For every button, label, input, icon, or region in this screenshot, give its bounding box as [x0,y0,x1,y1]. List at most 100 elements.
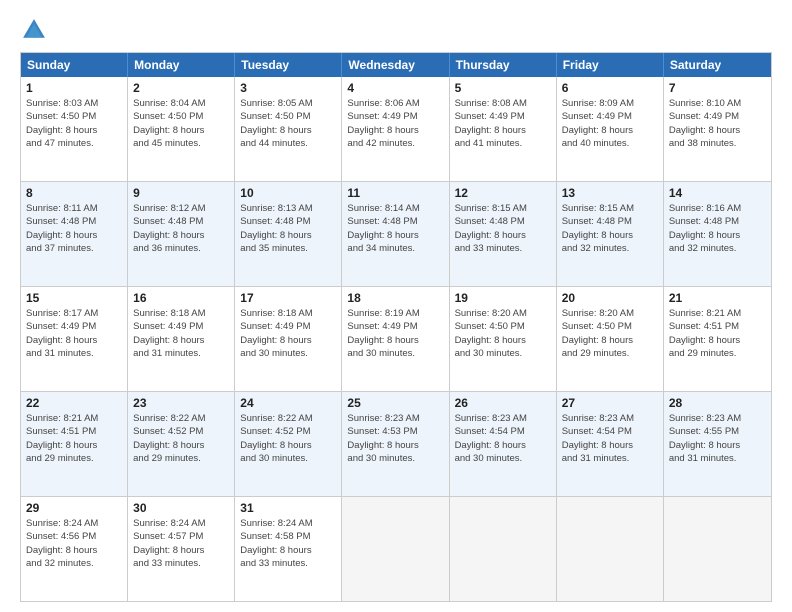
day-cell-5: 5Sunrise: 8:08 AMSunset: 4:49 PMDaylight… [450,77,557,181]
logo [20,16,52,44]
day-number: 5 [455,81,551,95]
day-cell-9: 9Sunrise: 8:12 AMSunset: 4:48 PMDaylight… [128,182,235,286]
day-cell-4: 4Sunrise: 8:06 AMSunset: 4:49 PMDaylight… [342,77,449,181]
cell-line: Sunset: 4:54 PM [455,425,551,438]
header-day-saturday: Saturday [664,53,771,77]
day-number: 27 [562,396,658,410]
calendar-body: 1Sunrise: 8:03 AMSunset: 4:50 PMDaylight… [21,77,771,601]
cell-line: Daylight: 8 hours [455,439,551,452]
day-cell-23: 23Sunrise: 8:22 AMSunset: 4:52 PMDayligh… [128,392,235,496]
cell-line: Sunrise: 8:15 AM [562,202,658,215]
day-number: 4 [347,81,443,95]
cell-line: Daylight: 8 hours [669,439,766,452]
day-number: 7 [669,81,766,95]
cell-line: Sunrise: 8:18 AM [133,307,229,320]
cell-line: Daylight: 8 hours [455,334,551,347]
cell-line: Sunset: 4:50 PM [562,320,658,333]
cell-line: Sunrise: 8:11 AM [26,202,122,215]
day-cell-17: 17Sunrise: 8:18 AMSunset: 4:49 PMDayligh… [235,287,342,391]
cell-line: and 37 minutes. [26,242,122,255]
cell-line: Daylight: 8 hours [133,544,229,557]
day-number: 2 [133,81,229,95]
cell-line: Daylight: 8 hours [562,229,658,242]
cell-line: Sunset: 4:55 PM [669,425,766,438]
day-cell-11: 11Sunrise: 8:14 AMSunset: 4:48 PMDayligh… [342,182,449,286]
cell-line: Sunset: 4:56 PM [26,530,122,543]
cell-line: and 30 minutes. [240,452,336,465]
cell-line: Sunset: 4:50 PM [455,320,551,333]
cell-line: and 31 minutes. [133,347,229,360]
cell-line: Daylight: 8 hours [26,439,122,452]
day-number: 26 [455,396,551,410]
day-number: 29 [26,501,122,515]
cell-line: Daylight: 8 hours [347,229,443,242]
header [20,16,772,44]
header-day-monday: Monday [128,53,235,77]
calendar-row-4: 29 Sunrise: 8:24 AM Sunset: 4:56 PM Dayligh… [21,496,771,601]
cell-line: Sunset: 4:49 PM [669,110,766,123]
cell-line: and 32 minutes. [562,242,658,255]
header-day-wednesday: Wednesday [342,53,449,77]
cell-line: Sunrise: 8:06 AM [347,97,443,110]
cell-line: Sunset: 4:48 PM [26,215,122,228]
cell-line: Sunset: 4:58 PM [240,530,336,543]
empty-cell [557,497,664,601]
cell-line: Sunrise: 8:08 AM [455,97,551,110]
cell-line: Daylight: 8 hours [669,334,766,347]
calendar-row-3: 22Sunrise: 8:21 AMSunset: 4:51 PMDayligh… [21,391,771,496]
cell-line: Sunset: 4:48 PM [562,215,658,228]
cell-line: Sunrise: 8:19 AM [347,307,443,320]
cell-line: Sunset: 4:49 PM [133,320,229,333]
day-number: 17 [240,291,336,305]
cell-line: Daylight: 8 hours [26,229,122,242]
day-cell-1: 1Sunrise: 8:03 AMSunset: 4:50 PMDaylight… [21,77,128,181]
cell-line: and 33 minutes. [240,557,336,570]
day-number: 23 [133,396,229,410]
day-number: 11 [347,186,443,200]
day-number: 12 [455,186,551,200]
cell-line: Sunset: 4:48 PM [133,215,229,228]
cell-line: and 33 minutes. [455,242,551,255]
cell-line: Sunset: 4:51 PM [26,425,122,438]
day-number: 9 [133,186,229,200]
day-cell-29: 29Sunrise: 8:24 AMSunset: 4:56 PMDayligh… [21,497,128,601]
day-cell-13: 13Sunrise: 8:15 AMSunset: 4:48 PMDayligh… [557,182,664,286]
cell-line: Daylight: 8 hours [347,439,443,452]
cell-line: Sunrise: 8:12 AM [133,202,229,215]
day-cell-19: 19Sunrise: 8:20 AMSunset: 4:50 PMDayligh… [450,287,557,391]
cell-line: Sunset: 4:50 PM [240,110,336,123]
cell-line: and 47 minutes. [26,137,122,150]
day-number: 20 [562,291,658,305]
cell-line: Sunrise: 8:04 AM [133,97,229,110]
day-cell-25: 25Sunrise: 8:23 AMSunset: 4:53 PMDayligh… [342,392,449,496]
header-day-sunday: Sunday [21,53,128,77]
cell-line: and 30 minutes. [240,347,336,360]
cell-line: and 29 minutes. [26,452,122,465]
cell-line: Daylight: 8 hours [562,334,658,347]
cell-line: Daylight: 8 hours [26,124,122,137]
day-cell-15: 15Sunrise: 8:17 AMSunset: 4:49 PMDayligh… [21,287,128,391]
cell-line: and 32 minutes. [26,557,122,570]
cell-line: Sunset: 4:50 PM [133,110,229,123]
calendar: SundayMondayTuesdayWednesdayThursdayFrid… [20,52,772,602]
cell-line: Daylight: 8 hours [26,334,122,347]
day-cell-22: 22Sunrise: 8:21 AMSunset: 4:51 PMDayligh… [21,392,128,496]
day-cell-3: 3Sunrise: 8:05 AMSunset: 4:50 PMDaylight… [235,77,342,181]
day-cell-21: 21Sunrise: 8:21 AMSunset: 4:51 PMDayligh… [664,287,771,391]
cell-line: Daylight: 8 hours [669,124,766,137]
cell-line: Sunrise: 8:20 AM [562,307,658,320]
cell-line: Sunrise: 8:24 AM [240,517,336,530]
cell-line: and 29 minutes. [133,452,229,465]
cell-line: Daylight: 8 hours [562,124,658,137]
day-cell-26: 26Sunrise: 8:23 AMSunset: 4:54 PMDayligh… [450,392,557,496]
day-cell-8: 8Sunrise: 8:11 AMSunset: 4:48 PMDaylight… [21,182,128,286]
cell-line: Sunset: 4:49 PM [240,320,336,333]
cell-line: Daylight: 8 hours [240,229,336,242]
cell-line: and 31 minutes. [26,347,122,360]
day-cell-30: 30Sunrise: 8:24 AMSunset: 4:57 PMDayligh… [128,497,235,601]
cell-line: Sunset: 4:52 PM [133,425,229,438]
cell-line: and 32 minutes. [669,242,766,255]
cell-line: Sunset: 4:49 PM [562,110,658,123]
cell-line: Sunset: 4:48 PM [669,215,766,228]
cell-line: Sunset: 4:48 PM [240,215,336,228]
